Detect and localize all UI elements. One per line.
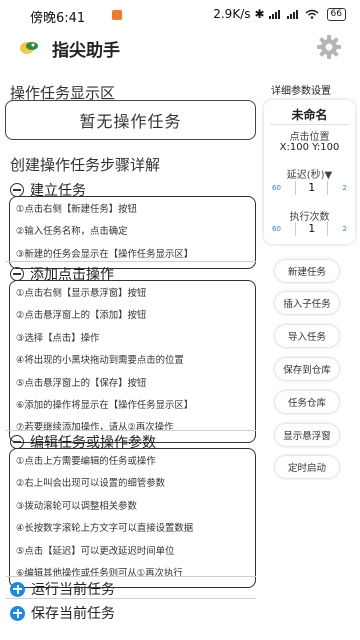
delay-prev: 60 — [272, 184, 281, 192]
step-item: ⑤点击【延迟】可以更改延迟时间单位 — [16, 545, 175, 557]
group-run-task-header[interactable]: 运行当前任务 — [10, 579, 115, 599]
param-settings-title: 详细参数设置 — [271, 86, 331, 97]
bluetooth-icon: ✱ — [254, 7, 265, 21]
divider — [6, 430, 256, 431]
app-header: 指尖助手 — [0, 30, 360, 66]
add-click-steps: ①点击右侧【显示悬浮窗】按钮 ②点击悬浮窗上的【添加】按钮 ③选择【点击】操作 … — [9, 280, 256, 443]
nav-bar — [0, 622, 360, 640]
step-item: ③新建的任务会显示在【操作任务显示区】 — [16, 248, 194, 260]
scheduled-start-button[interactable]: 定时启动 — [275, 456, 339, 478]
status-time: 傍晚6:41 — [30, 11, 86, 26]
collapse-icon — [10, 435, 24, 449]
step-item: ③选择【点击】操作 — [16, 332, 100, 344]
click-position-label: 点击位置 — [289, 132, 330, 143]
signal-icon-2 — [286, 10, 298, 19]
delay-value[interactable]: 1 — [295, 181, 329, 195]
step-item: ⑥添加的操作将显示在【操作任务显示区】 — [16, 399, 194, 411]
step-item: ③拨动滚轮可以调整相关参数 — [16, 500, 137, 512]
app-title: 指尖助手 — [52, 41, 120, 61]
collapse-icon — [10, 267, 24, 281]
divider — [6, 261, 256, 262]
expand-icon — [10, 581, 25, 597]
app-logo-icon — [20, 42, 38, 54]
step-item: ②点击悬浮窗上的【添加】按钮 — [16, 310, 147, 322]
exec-count-stepper[interactable]: 60 1 2 — [272, 220, 347, 238]
import-task-button[interactable]: 导入任务 — [275, 325, 339, 347]
step-item: ①点击上方需要编辑的任务或操作 — [16, 456, 156, 467]
step-item: ①点击右侧【新建任务】按钮 — [16, 204, 137, 215]
expand-icon — [10, 605, 25, 621]
delay-stepper[interactable]: 60 1 2 — [272, 179, 347, 197]
save-to-repo-button[interactable]: 保存到仓库 — [275, 358, 339, 380]
settings-gear-icon[interactable] — [316, 34, 342, 60]
battery-icon: 66 — [326, 7, 346, 21]
show-floating-window-button[interactable]: 显示悬浮窗 — [275, 424, 339, 446]
param-settings-card: 未命名 点击位置 X:100 Y:100 延迟(秒)▼ 60 1 2 执行次数 … — [264, 100, 355, 244]
step-item: ②右上叫会出现可以设置的细管参数 — [16, 478, 166, 490]
step-item: ④长按数字滚轮上方文字可以直接设置数据 — [16, 523, 194, 535]
collapse-icon — [10, 183, 24, 197]
divider — [6, 598, 256, 599]
edit-params-steps: ①点击上方需要编辑的任务或操作 ②右上叫会出现可以设置的细管参数 ③拨动滚轮可以… — [9, 448, 256, 589]
steps-guide-title: 创建操作任务步骤详解 — [10, 156, 161, 174]
exec-prev: 60 — [272, 225, 281, 233]
new-task-button[interactable]: 新建任务 — [275, 260, 339, 282]
create-task-steps: ①点击右侧【新建任务】按钮 ②输入任务名称，点击确定 ③新建的任务会显示在【操作… — [9, 196, 256, 270]
mi-notification-icon — [112, 10, 122, 20]
step-item: ⑤点击悬浮窗上的【保存】按钮 — [16, 377, 147, 389]
task-repo-button[interactable]: 任务仓库 — [275, 391, 339, 413]
status-indicators: 2.9K/s ✱ 66 — [213, 7, 346, 21]
delay-next: 2 — [342, 184, 347, 192]
group-title: 保存当前任务 — [31, 606, 115, 622]
step-item: ④将出现的小黑块拖动到需要点击的位置 — [16, 355, 184, 367]
exec-value[interactable]: 1 — [295, 222, 329, 236]
step-item: ②输入任务名称，点击确定 — [16, 226, 128, 238]
insert-subtask-button[interactable]: 插入子任务 — [275, 292, 339, 314]
step-item: ①点击右侧【显示悬浮窗】按钮 — [16, 288, 147, 299]
click-position-value[interactable]: X:100 Y:100 — [264, 142, 355, 153]
network-speed: 2.9K/s — [213, 7, 251, 21]
exec-next: 2 — [342, 225, 347, 233]
group-title: 运行当前任务 — [31, 582, 115, 598]
signal-icon — [268, 10, 280, 19]
group-save-task-header[interactable]: 保存当前任务 — [10, 603, 115, 623]
wifi-icon — [305, 9, 319, 19]
divider — [6, 576, 256, 577]
divider — [270, 124, 349, 125]
task-name[interactable]: 未命名 — [264, 106, 355, 123]
status-bar: 傍晚6:41 2.9K/s ✱ 66 — [0, 0, 360, 30]
task-display-area[interactable]: 暂无操作任务 — [5, 100, 256, 140]
